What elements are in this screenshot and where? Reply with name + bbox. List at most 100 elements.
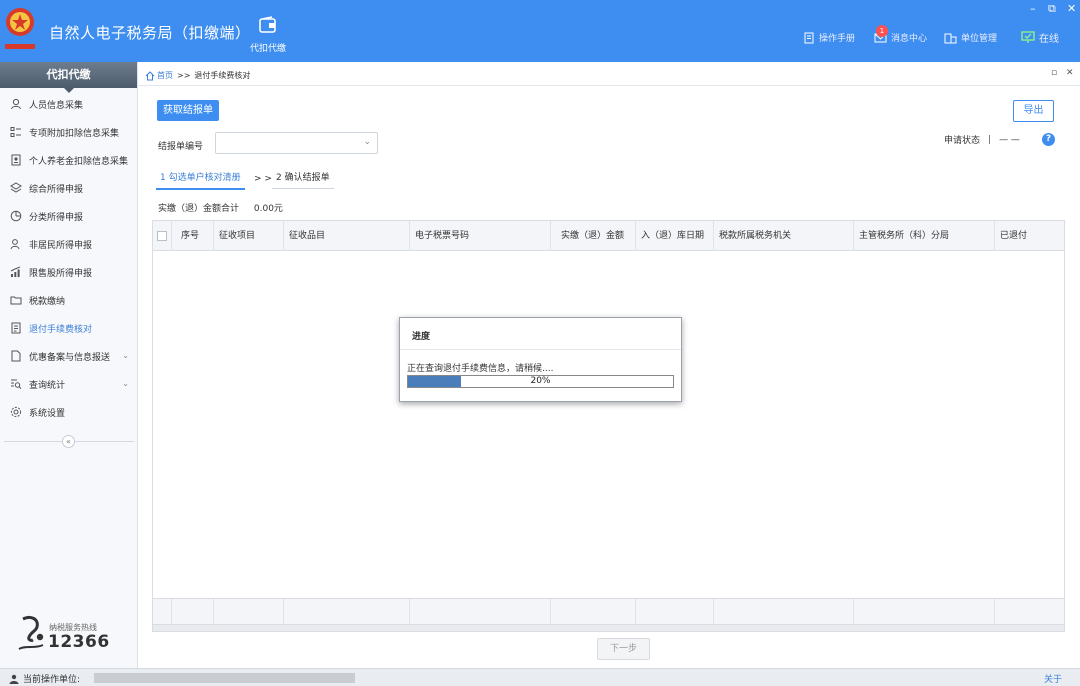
close-button[interactable]: ✕ [1067,2,1076,15]
apply-status-label: 申请状态 [944,136,981,146]
bar-signal-icon [9,266,22,279]
sidebar-item-label: 综合所得申报 [29,184,84,195]
hotline-number: 12366 [48,632,110,652]
tax-logo [5,8,35,49]
hotline-block: 纳税服务热线 12366 [17,615,127,655]
column-header[interactable]: 电子税票号码 [410,221,551,251]
fetch-bill-button[interactable]: 获取结报单 [157,100,219,121]
user-icon [9,674,19,684]
breadcrumb-home[interactable]: 首页 [157,70,173,81]
column-header[interactable]: 入（退）库日期 [636,221,714,251]
data-table: 序号 征收项目 征收品目 电子税票号码 实缴（退）金额 入（退）库日期 税款所属… [152,220,1065,632]
document-check-icon [9,322,22,335]
progress-bar: 20% [407,375,674,388]
breadcrumb: 首页 >> 退付手续费核对 [145,70,250,81]
panel-restore-button[interactable]: ▫ [1051,68,1057,78]
sidebar-item-label: 人员信息采集 [29,100,84,111]
divider [139,85,1080,86]
document-icon [804,32,814,43]
total-amount-value: 0.00元 [253,204,283,214]
sidebar-item-system-settings[interactable]: 系统设置 [0,398,137,426]
sidebar-item-label: 分类所得申报 [29,212,84,223]
unit-management-link[interactable]: 单位管理 [944,31,997,44]
message-badge: 1 [876,25,888,37]
building-icon [944,33,957,43]
sidebar-collapse: « [0,434,138,448]
sidebar-item-label: 退付手续费核对 [29,324,93,335]
progress-label: 20% [530,376,551,386]
monitor-icon [1021,31,1035,43]
bill-number-select[interactable]: ⌄ [215,132,378,154]
apply-status-separator: | [988,134,992,145]
column-header[interactable]: 序号 [172,221,214,251]
next-step-button[interactable]: 下一步 [597,638,650,660]
about-link[interactable]: 关于 [1044,672,1062,685]
horizontal-scrollbar[interactable] [153,625,1064,631]
current-operator: 当前操作单位: [9,672,80,685]
minimize-button[interactable]: – [1030,2,1036,15]
phone-operator-icon [18,615,44,650]
sidebar-item-preferential-filing[interactable]: 优惠备案与信息报送 ⌄ [0,342,137,370]
sidebar-item-label: 查询统计 [29,380,66,391]
total-amount: 实缴（退）金额合计 0.00元 [158,201,283,214]
dialog-title: 进度 [412,332,431,342]
search-list-icon [9,378,22,391]
sidebar-item-pension[interactable]: 个人养老金扣除信息采集 [0,146,137,174]
sidebar-item-special-deduction[interactable]: 专项附加扣除信息采集 [0,118,137,146]
divider [400,349,681,350]
pension-icon [9,154,22,167]
layers-icon [9,182,22,195]
step-tab-1[interactable]: 1 勾选单户核对清册 [156,170,245,190]
sidebar: 代扣代缴 人员信息采集 专项附加扣除信息采集 个人养老金扣除信息采集 综合所得申… [0,62,138,668]
step-tab-2[interactable]: 2 确认结报单 [272,170,334,189]
app-title: 自然人电子税务局（扣缴端） [49,24,251,42]
help-icon[interactable]: ? [1042,133,1055,146]
table-footer [153,598,1064,626]
apply-status: 申请状态 | — — [944,133,1020,147]
person-icon [9,98,22,111]
messages-label: 消息中心 [891,34,928,44]
column-header[interactable]: 征收品目 [284,221,410,251]
column-header[interactable]: 征收项目 [214,221,284,251]
manual-link[interactable]: 操作手册 [803,31,855,44]
chevron-down-icon: ⌄ [363,137,371,147]
sidebar-item-classified[interactable]: 分类所得申报 [0,202,137,230]
sidebar-item-refund-fee-check[interactable]: 退付手续费核对 [0,314,137,342]
tab-daikou-label: 代扣代缴 [249,44,286,54]
breadcrumb-separator: >> [177,71,191,80]
apply-status-value: — — [999,134,1020,145]
chevron-down-icon: ⌄ [122,379,129,388]
gear-icon [9,406,22,419]
online-status[interactable]: 在线 [1021,30,1059,45]
sidebar-item-person-info[interactable]: 人员信息采集 [0,90,137,118]
sidebar-item-comprehensive[interactable]: 综合所得申报 [0,174,137,202]
person-outline-icon [9,238,22,251]
export-button[interactable]: 导出 [1013,100,1054,122]
chevron-down-icon: ⌄ [122,351,129,360]
sidebar-item-label: 个人养老金扣除信息采集 [29,156,129,167]
tab-daikou[interactable]: 代扣代缴 [246,16,290,54]
restore-button[interactable]: ⧉ [1048,2,1056,16]
sidebar-item-label: 非居民所得申报 [29,240,93,251]
panel-close-button[interactable]: ✕ [1066,68,1074,78]
progress-dialog: 进度 正在查询退付手续费信息，请稍候.... 20% [399,317,682,402]
step-separator: > > [254,174,272,184]
table-header: 序号 征收项目 征收品目 电子税票号码 实缴（退）金额 入（退）库日期 税款所属… [153,221,1064,251]
operator-name-redacted [94,673,355,683]
bill-number-label: 结报单编号 [158,142,204,152]
sidebar-item-nonresident[interactable]: 非居民所得申报 [0,230,137,258]
total-amount-label: 实缴（退）金额合计 [158,204,240,214]
sidebar-item-tax-payment[interactable]: 税款缴纳 [0,286,137,314]
sidebar-item-restricted-stock[interactable]: 限售股所得申报 [0,258,137,286]
sidebar-item-query-stats[interactable]: 查询统计 ⌄ [0,370,137,398]
list-icon [9,126,22,139]
select-all-checkbox[interactable] [153,221,172,251]
column-header[interactable]: 已退付 [995,221,1066,251]
column-header[interactable]: 主管税务所（科）分局 [854,221,995,251]
sidebar-item-label: 专项附加扣除信息采集 [29,128,120,139]
column-header[interactable]: 实缴（退）金额 [551,221,636,251]
collapse-sidebar-button[interactable]: « [62,435,75,448]
column-header[interactable]: 税款所属税务机关 [714,221,854,251]
dialog-message: 正在查询退付手续费信息，请稍候.... [407,364,554,374]
title-bar: 自然人电子税务局（扣缴端） 代扣代缴 – ⧉ ✕ 操作手册 消息中心 1 单位管… [0,0,1080,62]
